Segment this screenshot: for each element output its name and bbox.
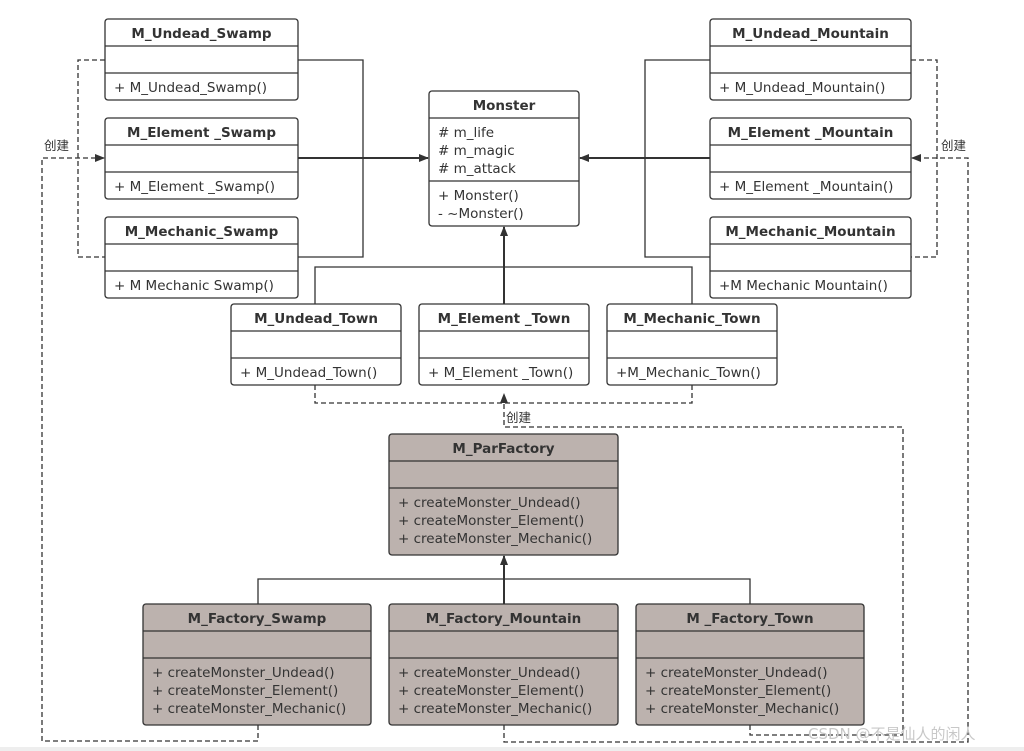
class-method: + createMonster_Element() [398, 513, 584, 529]
class-name: M_Undead_Swamp [131, 26, 271, 42]
class-name: M_Undead_Mountain [732, 26, 889, 42]
class-attribute: # m_magic [438, 143, 515, 159]
class-m-factory-town[interactable]: M _Factory_Town + createMonster_Undead() +… [635, 603, 865, 726]
uml-class-diagram: M_Undead_Swamp + M_Undead_Swamp() M_Elemen… [41, 18, 976, 743]
class-method: - ~Monster() [438, 206, 524, 222]
class-method: + createMonster_Element() [398, 683, 584, 699]
class-method: + createMonster_Undead() [152, 665, 335, 681]
class-m-mechanic-swamp[interactable]: M_Mechanic_Swamp + M Mechanic Swamp() [104, 216, 299, 299]
class-monster[interactable]: Monster # m_life # m_magic # m_attack + Mons… [428, 90, 580, 227]
class-method: + createMonster_Mechanic() [398, 701, 592, 717]
class-method: + M Mechanic Swamp() [114, 278, 274, 294]
class-m-factory-swamp[interactable]: M_Factory_Swamp + createMonster_Undead() +… [142, 603, 372, 726]
class-method: + M_Element _Town() [428, 365, 573, 381]
class-method: +M_Mechanic_Town() [616, 365, 761, 381]
class-method: + Monster() [438, 188, 519, 204]
class-m-element-swamp[interactable]: M_Element _Swamp + M_Element _Swamp() [104, 117, 299, 200]
classes: M_Undead_Swamp + M_Undead_Swamp() M_Elemen… [104, 18, 912, 726]
class-method: + M_Undead_Mountain() [719, 80, 885, 96]
class-method: + M_Undead_Swamp() [114, 80, 267, 96]
class-method: + M_Element _Mountain() [719, 179, 893, 195]
class-name: M_Element _Town [438, 311, 571, 327]
class-method: +M Mechanic Mountain() [719, 278, 888, 294]
create-label-town: 创建 [506, 410, 532, 425]
create-label-right: 创建 [941, 138, 967, 153]
class-attribute: # m_attack [438, 161, 516, 177]
class-name: M _Factory_Town [686, 611, 813, 627]
create-label-left: 创建 [44, 138, 70, 153]
bottom-strip [0, 747, 1024, 751]
class-method: + createMonster_Undead() [398, 495, 581, 511]
class-method: + createMonster_Mechanic() [645, 701, 839, 717]
class-name: M_Factory_Swamp [188, 611, 327, 627]
class-method: + createMonster_Element() [645, 683, 831, 699]
class-method: + createMonster_Element() [152, 683, 338, 699]
class-method: + M_Undead_Town() [240, 365, 377, 381]
class-name: M_Factory_Mountain [426, 611, 581, 627]
class-method: + createMonster_Mechanic() [152, 701, 346, 717]
class-method: + M_Element _Swamp() [114, 179, 275, 195]
class-m-undead-swamp[interactable]: M_Undead_Swamp + M_Undead_Swamp() [104, 18, 299, 101]
class-name: M_Mechanic_Town [623, 311, 760, 327]
class-m-undead-mountain[interactable]: M_Undead_Mountain + M_Undead_Mountain() [709, 18, 912, 101]
class-name: M_Element _Mountain [728, 125, 894, 141]
class-m-element-mountain[interactable]: M_Element _Mountain + M_Element _Mountain… [709, 117, 912, 200]
class-method: + createMonster_Undead() [645, 665, 828, 681]
class-m-mechanic-town[interactable]: M_Mechanic_Town +M_Mechanic_Town() [606, 303, 778, 386]
class-name: M_ParFactory [452, 441, 554, 457]
class-name: M_Element _Swamp [127, 125, 276, 141]
class-name: Monster [473, 98, 536, 114]
class-m-factory-mountain[interactable]: M_Factory_Mountain + createMonster_Undead… [388, 603, 619, 726]
class-m-parfactory[interactable]: M_ParFactory + createMonster_Undead() + cr… [388, 433, 619, 556]
class-name: M_Mechanic_Swamp [125, 224, 279, 240]
class-attribute: # m_life [438, 125, 494, 141]
class-m-undead-town[interactable]: M_Undead_Town + M_Undead_Town() [230, 303, 402, 386]
class-m-mechanic-mountain[interactable]: M_Mechanic_Mountain +M Mechanic Mountain(… [709, 216, 912, 299]
class-name: M_Mechanic_Mountain [725, 224, 895, 240]
class-name: M_Undead_Town [254, 311, 378, 327]
watermark: CSDN @不是仙人的闲人 [808, 725, 976, 743]
class-method: + createMonster_Mechanic() [398, 531, 592, 547]
class-method: + createMonster_Undead() [398, 665, 581, 681]
class-m-element-town[interactable]: M_Element _Town + M_Element _Town() [418, 303, 590, 386]
